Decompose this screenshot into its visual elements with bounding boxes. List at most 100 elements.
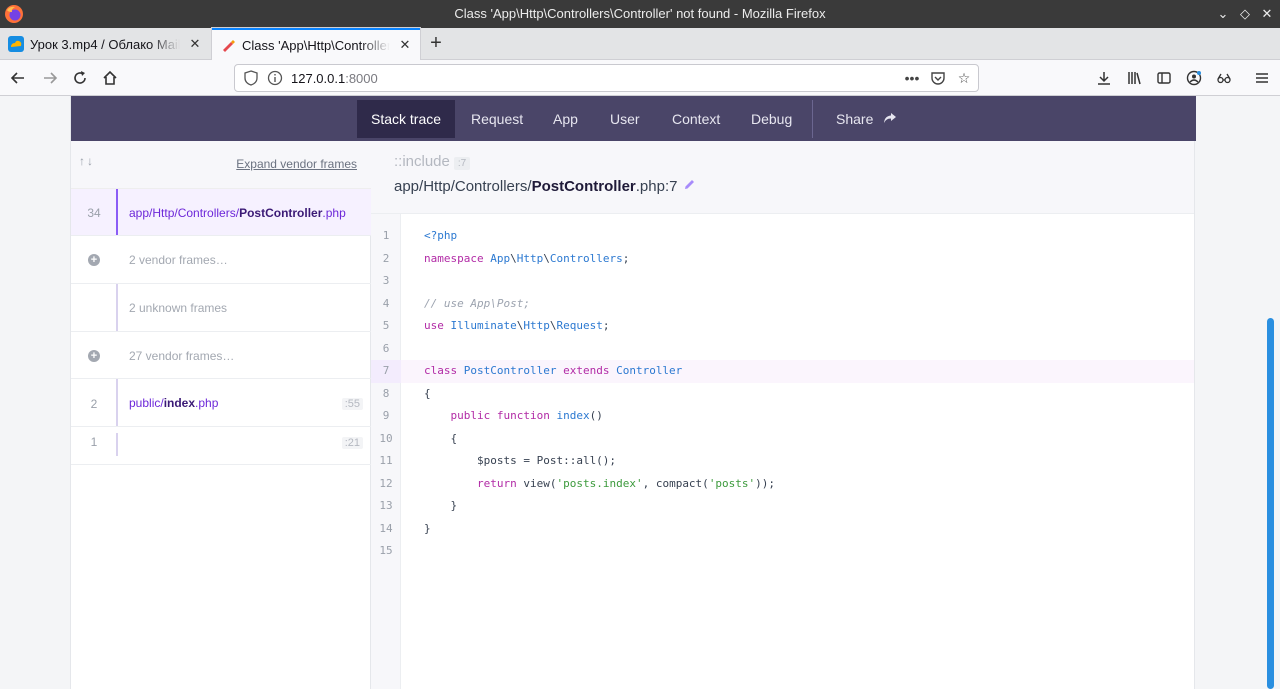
- line-number: 15: [379, 544, 393, 557]
- frame-path-prefix: app/Http/Controllers/: [129, 206, 240, 220]
- forward-button[interactable]: [36, 64, 64, 92]
- line-number: 7: [371, 360, 401, 383]
- stack-frames-panel: ↑↓ Expand vendor frames 34 app/Http/Cont…: [71, 141, 371, 689]
- code-line: 15: [371, 540, 1194, 563]
- page-viewport: Stack trace Request App User Context Deb…: [0, 96, 1280, 689]
- glasses-icon: [1217, 73, 1231, 84]
- code-line: 4 // use App\Post;: [371, 293, 1194, 316]
- unknown-frames-group: 2 unknown frames: [71, 284, 371, 332]
- close-tab-icon[interactable]: ✕: [186, 35, 204, 53]
- code-text: // use App\Post;: [424, 296, 530, 310]
- frame-indicator: [116, 189, 118, 235]
- file-path-suffix: .php:7: [635, 178, 678, 195]
- code-header: ::include:7 app/Http/Controllers/PostCon…: [371, 141, 1194, 214]
- code-line: 11 $posts = Post::all();: [371, 450, 1194, 473]
- url-bar[interactable]: 127.0.0.1:8000 ••• ☆: [234, 64, 979, 92]
- line-number: 14: [379, 521, 393, 535]
- line-number: 1: [382, 229, 390, 242]
- page-actions-menu-icon[interactable]: •••: [902, 68, 922, 88]
- nav-divider: [812, 100, 813, 138]
- account-icon: [1186, 70, 1202, 86]
- pocket-icon[interactable]: [928, 68, 948, 88]
- downloads-button[interactable]: [1090, 64, 1118, 92]
- stack-frame[interactable]: 2 public/index.php :55: [71, 379, 371, 427]
- tab-request[interactable]: Request: [457, 100, 537, 138]
- edit-pencil-icon[interactable]: [683, 178, 696, 191]
- url-text[interactable]: 127.0.0.1:8000: [291, 71, 378, 86]
- home-button[interactable]: [96, 64, 124, 92]
- home-icon: [103, 70, 117, 85]
- tab-label: Урок 3.mp4 / Облако Mail.ru: [30, 36, 180, 52]
- file-path: app/Http/Controllers/PostController.php:…: [394, 178, 696, 195]
- line-number: 11: [379, 454, 393, 467]
- include-label: ::include:7: [394, 153, 471, 170]
- line-number: 4: [382, 296, 390, 310]
- sidebar-icon: [1157, 72, 1171, 84]
- url-host: 127.0.0.1: [291, 71, 346, 86]
- menu-button[interactable]: [1248, 64, 1276, 92]
- frame-indicator: [116, 284, 118, 331]
- account-button[interactable]: [1180, 64, 1208, 92]
- vendor-frames-group[interactable]: + 27 vendor frames…: [71, 332, 371, 379]
- frame-path-ext: .php: [195, 396, 219, 410]
- stack-header: ↑↓ Expand vendor frames: [71, 141, 371, 189]
- tab-context[interactable]: Context: [658, 100, 734, 138]
- code-text: $posts = Post::all();: [424, 454, 617, 467]
- new-tab-button[interactable]: +: [424, 32, 448, 56]
- tab-error-page[interactable]: Class 'App\Http\Controllers\Controller' …: [212, 28, 420, 60]
- tab-strip: Урок 3.mp4 / Облако Mail.ru ✕ Class 'App…: [0, 28, 1280, 60]
- shield-icon[interactable]: [243, 70, 259, 86]
- vendor-frames-group[interactable]: + 2 vendor frames…: [71, 236, 371, 284]
- tab-user[interactable]: User: [596, 100, 654, 138]
- tab-label: Class 'App\Http\Controllers\Controller' …: [242, 37, 390, 53]
- line-number: 6: [382, 341, 390, 355]
- extensions-button[interactable]: [1210, 64, 1238, 92]
- expand-plus-icon[interactable]: +: [88, 350, 100, 362]
- tab-stack-trace[interactable]: Stack trace: [357, 100, 456, 138]
- code-line: 8{: [371, 383, 1194, 406]
- line-number: 9: [382, 409, 390, 422]
- frame-number: 1: [90, 435, 98, 449]
- tab-cloud-video[interactable]: Урок 3.mp4 / Облако Mail.ru ✕: [0, 28, 210, 60]
- minimize-icon[interactable]: ⌄: [1213, 4, 1233, 24]
- expand-plus-icon[interactable]: +: [88, 254, 100, 266]
- frame-number: 34: [87, 206, 101, 220]
- maximize-icon[interactable]: ◇: [1235, 4, 1255, 24]
- line-number: 12: [379, 476, 393, 490]
- window-titlebar: Class 'App\Http\Controllers\Controller' …: [0, 0, 1280, 28]
- code-text: class PostController extends Controller: [424, 364, 683, 377]
- library-button[interactable]: [1120, 64, 1148, 92]
- navigation-toolbar: 127.0.0.1:8000 ••• ☆: [0, 60, 1280, 96]
- code-line: 1 <?php: [371, 225, 1194, 248]
- info-icon[interactable]: [267, 70, 283, 86]
- close-window-icon[interactable]: ✕: [1257, 4, 1277, 24]
- code-line: 10 {: [371, 428, 1194, 451]
- reload-icon: [74, 71, 86, 84]
- close-tab-icon[interactable]: ✕: [396, 36, 414, 54]
- line-number: 8: [382, 386, 390, 400]
- bookmark-star-icon[interactable]: ☆: [954, 68, 974, 88]
- stack-frame[interactable]: 34 app/Http/Controllers/PostController.p…: [71, 189, 371, 236]
- ignition-error-panel: Stack trace Request App User Context Deb…: [70, 96, 1196, 689]
- include-line-badge: :7: [453, 157, 471, 170]
- tab-app[interactable]: App: [539, 100, 592, 138]
- line-number: 10: [379, 431, 393, 445]
- ignition-favicon-icon: [223, 40, 235, 52]
- reload-button[interactable]: [66, 64, 94, 92]
- code-text: }: [424, 499, 458, 512]
- line-number: 2: [382, 251, 390, 265]
- back-button[interactable]: [4, 64, 32, 92]
- frame-path-ext: .php: [322, 206, 346, 220]
- frame-navigation-arrows-icon[interactable]: ↑↓: [79, 154, 95, 168]
- code-text: {: [424, 431, 458, 445]
- code-text: <?php: [424, 229, 458, 242]
- file-path-class: PostController: [531, 178, 636, 195]
- stack-frame[interactable]: 1 :21: [71, 427, 371, 465]
- page-scrollbar-thumb[interactable]: [1267, 318, 1274, 689]
- expand-vendor-frames-link[interactable]: Expand vendor frames: [236, 157, 357, 171]
- sidebar-button[interactable]: [1150, 64, 1178, 92]
- tab-debug[interactable]: Debug: [737, 100, 806, 138]
- share-button[interactable]: Share: [822, 100, 911, 138]
- share-arrow-icon: [884, 113, 897, 123]
- frame-line-number: :55: [341, 398, 363, 410]
